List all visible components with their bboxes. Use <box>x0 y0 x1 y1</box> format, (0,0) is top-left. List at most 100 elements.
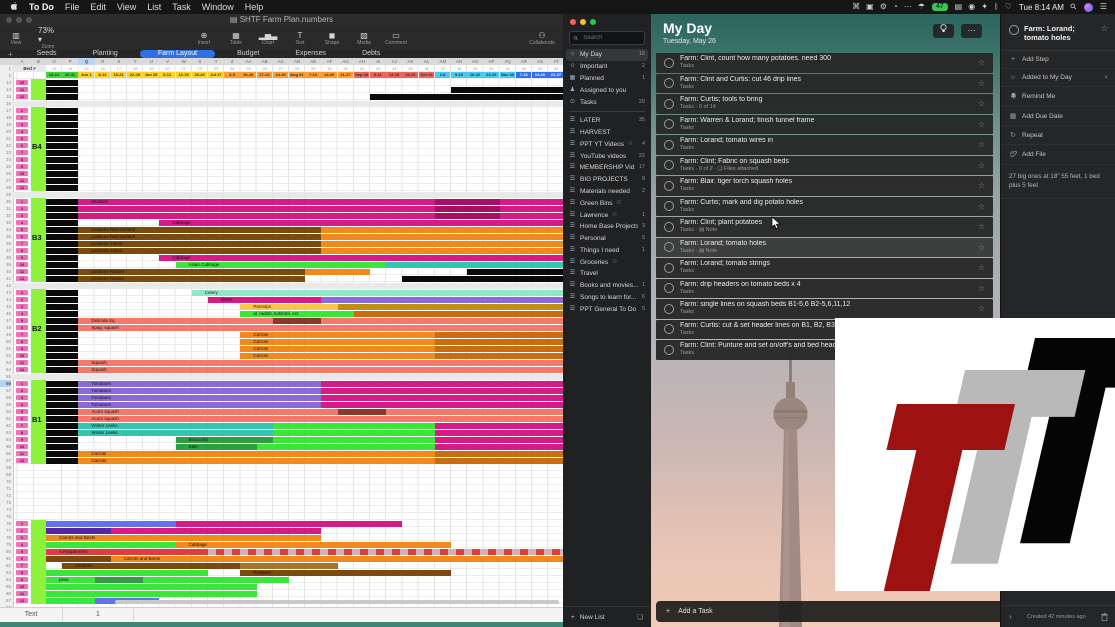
sidebar-list-materials-needed[interactable]: ☰Materials needed2 <box>563 186 651 198</box>
gantt-bar[interactable] <box>46 542 176 548</box>
gantt-bar[interactable]: Parsnips <box>240 304 337 310</box>
gantt-bar[interactable] <box>46 332 78 338</box>
gantt-bar[interactable] <box>46 584 257 590</box>
column-letter-AI[interactable]: AI <box>370 58 386 65</box>
gantt-bar[interactable] <box>370 94 563 100</box>
column-letter-B[interactable]: B <box>31 58 46 65</box>
status-icon-2[interactable]: ⚙ <box>880 3 887 11</box>
gantt-bar[interactable]: Kale <box>176 444 257 450</box>
suggestions-button[interactable] <box>933 24 954 38</box>
gantt-bar[interactable]: Acorn squash <box>78 416 563 422</box>
gantt-bar[interactable] <box>46 248 78 254</box>
gantt-bar[interactable] <box>273 318 322 324</box>
status-icon-m0[interactable]: ▤ <box>955 3 963 11</box>
gantt-bar[interactable]: potatoes Russet <box>78 269 305 275</box>
column-letter-X[interactable]: X <box>192 58 208 65</box>
sidebar-list-personal[interactable]: ☰Personal5 <box>563 233 651 245</box>
column-letter-AS[interactable]: AS <box>532 58 548 65</box>
detail-checkbox[interactable] <box>1009 25 1019 35</box>
gantt-bar[interactable] <box>46 164 78 170</box>
task-checkbox[interactable] <box>664 160 674 170</box>
gantt-bar[interactable] <box>305 269 370 275</box>
task-row[interactable]: Farm: Lorand; tomato stringsTasks☆ <box>656 258 993 278</box>
gantt-bar[interactable] <box>467 269 563 275</box>
column-letter-AC[interactable]: AC <box>273 58 289 65</box>
gantt-bar[interactable] <box>321 395 563 401</box>
gantt-bar[interactable] <box>46 395 78 401</box>
menu-item-file[interactable]: File <box>65 2 80 12</box>
sidebar-list-things-i-need[interactable]: ☰Things I need1 <box>563 245 651 257</box>
spotlight-icon[interactable]: ⚲ <box>1069 2 1079 12</box>
chart-icon[interactable]: ▂▅▃Chart <box>258 31 278 46</box>
apple-icon[interactable] <box>10 1 18 13</box>
gantt-bar[interactable] <box>435 339 563 345</box>
task-checkbox[interactable] <box>664 58 674 68</box>
menu-item-help[interactable]: Help <box>245 2 264 12</box>
sidebar-item-important[interactable]: ✩Important2 <box>563 61 651 73</box>
gantt-bar[interactable] <box>46 108 78 114</box>
sidebar-item-planned[interactable]: ▦Planned1 <box>563 73 651 85</box>
delete-task-button[interactable] <box>1101 608 1108 626</box>
gantt-bar[interactable]: Asian Cabbage <box>176 262 387 268</box>
gantt-bar[interactable] <box>46 213 78 219</box>
gantt-bar[interactable] <box>46 458 78 464</box>
gantt-bar[interactable]: potatoes Yukon <box>78 241 321 247</box>
gantt-bar[interactable]: Cabbage <box>159 220 563 226</box>
gantt-bar[interactable] <box>402 276 563 282</box>
gantt-bar[interactable]: potatoes Red Norland <box>78 227 321 233</box>
menu-item-view[interactable]: View <box>117 2 136 12</box>
gantt-bar[interactable] <box>176 521 403 527</box>
sidebar-list-ppt-yt-videos[interactable]: ☰PPT YT Videos⚇4 <box>563 138 651 150</box>
status-icon-5[interactable]: ☂ <box>918 3 925 11</box>
column-letter-P[interactable]: P <box>62 58 78 65</box>
gantt-bar[interactable] <box>435 437 563 443</box>
task-checkbox[interactable] <box>664 304 674 314</box>
gantt-bar[interactable]: Squash <box>78 367 563 373</box>
column-letter-AJ[interactable]: AJ <box>386 58 402 65</box>
siri-icon[interactable] <box>1084 3 1093 12</box>
gantt-bar[interactable] <box>46 416 78 422</box>
gantt-bar[interactable]: Carrots and Beets <box>111 556 563 562</box>
gantt-bar[interactable] <box>321 234 563 240</box>
column-letter-AE[interactable]: AE <box>305 58 321 65</box>
detail-action-add-due-date[interactable]: ▦Add Due Date <box>1001 107 1115 126</box>
sidebar-list-songs-to-learn-for-[interactable]: ☰Songs to learn for...6 <box>563 292 651 304</box>
gantt-bar[interactable] <box>273 430 435 436</box>
shape-icon[interactable]: ◼Shape <box>322 31 342 46</box>
gantt-bar[interactable] <box>386 262 563 268</box>
sidebar-list-later[interactable]: ☰LATER35 <box>563 115 651 127</box>
detail-action-repeat[interactable]: ↻Repeat <box>1001 126 1115 145</box>
gantt-bar[interactable]: Tomatoes <box>78 395 321 401</box>
gantt-bar[interactable] <box>46 409 78 415</box>
gantt-bar[interactable]: Broccolini <box>176 437 273 443</box>
detail-action-remind-me[interactable]: Remind Me <box>1001 87 1115 107</box>
sidebar-list-books-and-movies-[interactable]: ☰Books and movies...1 <box>563 280 651 292</box>
gantt-bar[interactable] <box>46 122 78 128</box>
status-icon-1[interactable]: ▣ <box>866 3 874 11</box>
column-letter-V[interactable]: V <box>159 58 175 65</box>
gantt-bar[interactable] <box>240 563 337 569</box>
gantt-bar[interactable] <box>321 297 563 303</box>
star-icon[interactable]: ☆ <box>978 140 985 149</box>
gantt-bar[interactable] <box>46 451 78 457</box>
gantt-bar[interactable] <box>46 437 78 443</box>
column-letter-AH[interactable]: AH <box>354 58 370 65</box>
star-icon[interactable]: ☆ <box>978 120 985 129</box>
gantt-bar[interactable] <box>321 241 563 247</box>
column-letter-AA[interactable]: AA <box>240 58 256 65</box>
gantt-bar[interactable] <box>257 444 435 450</box>
horizontal-scrollbar[interactable] <box>115 600 559 604</box>
gantt-bar[interactable]: Beets <box>208 297 321 303</box>
column-letter-AG[interactable]: AG <box>338 58 354 65</box>
gantt-bar[interactable]: Tomatoes <box>78 388 321 394</box>
search-input[interactable] <box>581 34 645 42</box>
gantt-bar[interactable] <box>46 157 78 163</box>
gantt-bar[interactable] <box>46 262 78 268</box>
sidebar-list-green-bins[interactable]: ☰Green Bins⚇ <box>563 197 651 209</box>
task-checkbox[interactable] <box>664 242 674 252</box>
task-row[interactable]: Farm: Curtis; tools to bringTasks · 0 of… <box>656 94 993 114</box>
column-letter-AR[interactable]: AR <box>516 58 532 65</box>
bottom-text-cell[interactable]: Text <box>0 608 63 621</box>
star-icon[interactable]: ☆ <box>978 79 985 88</box>
gantt-bar[interactable]: peas <box>46 577 289 583</box>
